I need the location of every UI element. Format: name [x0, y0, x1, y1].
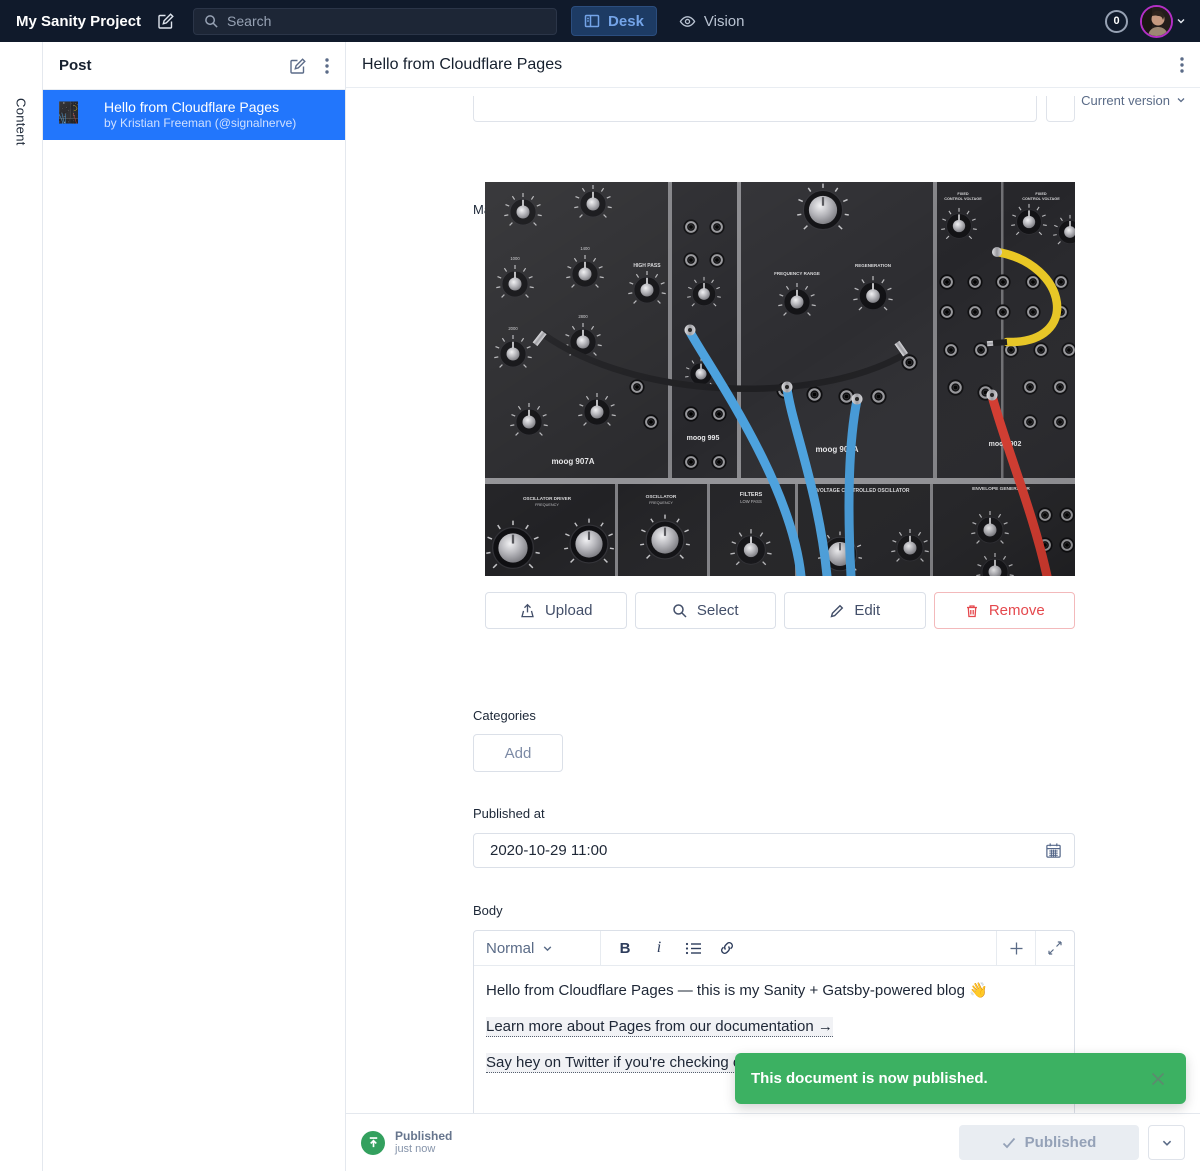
- upload-icon: [519, 602, 536, 619]
- search-placeholder: Search: [227, 13, 271, 29]
- desk-icon: [584, 13, 600, 29]
- select-button[interactable]: Select: [635, 592, 777, 629]
- document-title: Hello from Cloudflare Pages: [362, 56, 1180, 74]
- post-panel-title: Post: [59, 57, 289, 74]
- body-paragraph: Hello from Cloudflare Pages — this is my…: [486, 982, 1062, 999]
- editor-header: Hello from Cloudflare Pages: [346, 42, 1200, 88]
- publish-button[interactable]: Published: [959, 1125, 1139, 1160]
- published-status-icon: [361, 1131, 385, 1155]
- trash-icon: [964, 603, 980, 619]
- check-icon: [1002, 1137, 1016, 1149]
- chevron-down-icon: [1161, 1137, 1173, 1149]
- publish-menu-button[interactable]: [1148, 1125, 1185, 1160]
- link-icon: [719, 940, 735, 956]
- user-menu[interactable]: [1140, 5, 1186, 38]
- more-vertical-icon: [325, 57, 329, 75]
- post-list-item[interactable]: Hello from Cloudflare Pages by Kristian …: [43, 90, 345, 140]
- publish-status-time: just now: [395, 1143, 452, 1156]
- published-at-value: 2020-10-29 11:00: [490, 842, 1045, 859]
- tab-desk[interactable]: Desk: [571, 6, 657, 36]
- tab-vision-label: Vision: [704, 13, 745, 30]
- add-category-button[interactable]: Add: [473, 734, 563, 772]
- post-thumbnail: [59, 99, 92, 132]
- bullet-list-icon: [685, 941, 702, 956]
- bold-button[interactable]: B: [613, 936, 637, 960]
- body-toolbar: Normal B i: [474, 931, 1074, 966]
- categories-label: Categories: [473, 708, 536, 723]
- rail-tab-content[interactable]: Content: [14, 98, 29, 146]
- main-image-photo: [485, 182, 1075, 576]
- notifications-badge[interactable]: 0: [1105, 10, 1128, 33]
- chevron-down-icon: [1176, 16, 1186, 26]
- fullscreen-button[interactable]: [1035, 931, 1074, 965]
- main-image-preview[interactable]: [485, 182, 1075, 576]
- published-at-input[interactable]: 2020-10-29 11:00: [473, 833, 1075, 868]
- slug-field-partial[interactable]: [473, 96, 1037, 122]
- italic-button[interactable]: i: [647, 936, 671, 960]
- document-editor-pane: Hello from Cloudflare Pages Current vers…: [346, 42, 1200, 1113]
- chevron-down-icon: [542, 943, 588, 954]
- avatar: [1140, 5, 1173, 38]
- publish-status: Published just now: [361, 1129, 452, 1156]
- document-footer: Published just now Published: [346, 1113, 1200, 1171]
- editor-scroll-area: Current version Main image U: [346, 88, 1200, 1113]
- compose-icon: [157, 12, 175, 30]
- tab-vision[interactable]: Vision: [667, 6, 757, 36]
- new-document-button[interactable]: [157, 12, 175, 30]
- toast-close-button[interactable]: [1146, 1067, 1170, 1091]
- text-style-select[interactable]: Normal: [474, 931, 601, 965]
- top-navbar: My Sanity Project Search Desk: [0, 0, 1200, 42]
- tab-desk-label: Desk: [608, 13, 644, 30]
- success-toast: This document is now published.: [735, 1053, 1186, 1104]
- compose-icon: [289, 57, 307, 75]
- more-vertical-icon: [1180, 56, 1184, 74]
- slug-generate-button-partial[interactable]: [1046, 96, 1075, 122]
- link-button[interactable]: [715, 936, 739, 960]
- toast-message: This document is now published.: [751, 1070, 1146, 1087]
- post-list-panel: Post Hello from Cloudflare Pages: [43, 42, 346, 1171]
- eye-icon: [679, 13, 696, 30]
- upload-button[interactable]: Upload: [485, 592, 627, 629]
- search-icon: [672, 603, 688, 619]
- plus-icon: [1009, 941, 1024, 956]
- edit-button[interactable]: Edit: [784, 592, 926, 629]
- expand-icon: [1048, 941, 1062, 955]
- insert-block-button[interactable]: [996, 931, 1035, 965]
- post-panel-menu-button[interactable]: [325, 57, 329, 75]
- published-at-label: Published at: [473, 806, 545, 821]
- body-label: Body: [473, 903, 503, 918]
- post-item-subtitle: by Kristian Freeman (@signalnerve): [104, 116, 296, 131]
- version-selector[interactable]: Current version: [1081, 88, 1186, 112]
- publish-status-label: Published: [395, 1129, 452, 1143]
- pencil-icon: [829, 603, 845, 619]
- chevron-down-icon: [1176, 95, 1186, 105]
- project-title: My Sanity Project: [16, 13, 141, 30]
- post-panel-header: Post: [43, 42, 345, 90]
- post-item-title: Hello from Cloudflare Pages: [104, 99, 296, 116]
- image-actions-row: Upload Select Edit: [485, 592, 1075, 629]
- bullet-list-button[interactable]: [681, 936, 705, 960]
- calendar-icon[interactable]: [1045, 842, 1062, 859]
- content-rail: Content: [0, 42, 43, 1171]
- create-post-button[interactable]: [289, 57, 307, 75]
- search-input[interactable]: Search: [193, 8, 557, 35]
- close-icon: [1150, 1071, 1166, 1087]
- search-icon: [204, 14, 219, 29]
- document-menu-button[interactable]: [1180, 56, 1184, 74]
- remove-button[interactable]: Remove: [934, 592, 1076, 629]
- body-link-documentation[interactable]: Learn more about Pages from our document…: [486, 1017, 833, 1037]
